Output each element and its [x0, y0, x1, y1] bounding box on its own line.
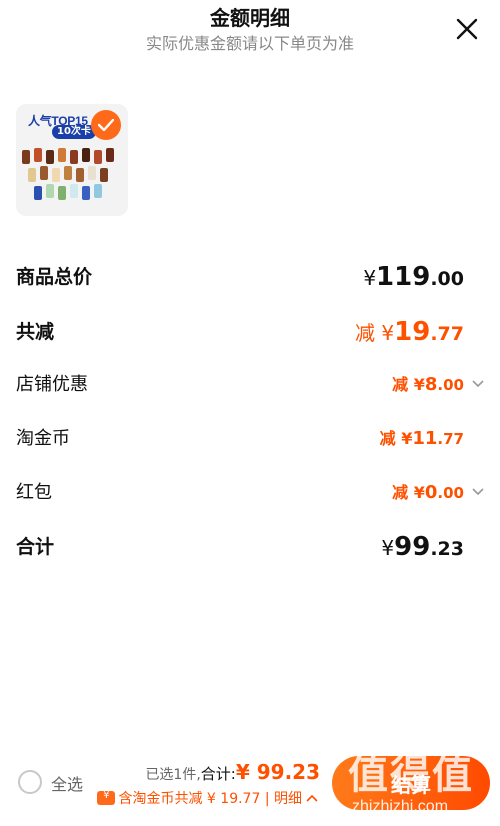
- currency-symbol: ¥: [401, 429, 413, 448]
- order-summary: 已选1件,合计:¥ 99.23: [145, 760, 320, 784]
- value-integer: 99: [394, 532, 431, 562]
- row-label: 店铺优惠: [16, 374, 88, 395]
- sheet-subtitle: 实际优惠金额请以下单页为准: [145, 34, 354, 53]
- row-grand-total: 合计 ¥99.23: [16, 527, 484, 567]
- row-label: 共减: [16, 321, 55, 343]
- close-icon[interactable]: [454, 16, 480, 42]
- row-value: 减 ¥8.00: [392, 365, 464, 405]
- row-value: 减 ¥0.00: [392, 473, 464, 513]
- selected-count: 已选1件,: [145, 767, 201, 783]
- currency-symbol: ¥: [363, 266, 377, 290]
- value-decimal: .77: [430, 323, 464, 345]
- total-value: ¥ 99.23: [235, 760, 320, 784]
- row-label: 合计: [16, 536, 55, 558]
- select-all-radio[interactable]: [18, 770, 42, 794]
- row-shop-discount[interactable]: 店铺优惠 减 ¥8.00: [16, 365, 484, 405]
- row-label: 红包: [16, 482, 52, 503]
- discount-prefix: 减: [379, 429, 402, 448]
- drink-cups-image: [22, 148, 114, 200]
- chevron-down-icon[interactable]: [472, 488, 484, 496]
- row-tao-coins: 淘金币 减 ¥11.77: [16, 419, 484, 459]
- row-red-packet[interactable]: 红包 减 ¥0.00: [16, 473, 484, 513]
- discount-prefix: 减: [392, 375, 414, 394]
- coins-detail-link[interactable]: 含淘金币共减 ¥ 19.77 | 明细: [97, 788, 318, 808]
- sheet-title: 金额明细: [210, 6, 290, 30]
- chevron-down-icon[interactable]: [472, 380, 484, 388]
- row-label: 商品总价: [16, 266, 93, 288]
- discount-prefix: 减: [355, 321, 382, 345]
- row-label: 淘金币: [16, 428, 70, 449]
- value-decimal: .77: [437, 430, 464, 448]
- value-decimal: .00: [437, 484, 464, 502]
- value-integer: 19: [394, 317, 431, 347]
- selected-check-icon: [91, 110, 121, 140]
- value-integer: 119: [376, 262, 431, 292]
- watermark-url: zhizhizhi.com: [352, 798, 449, 815]
- row-value: 减 ¥11.77: [380, 419, 464, 459]
- value-integer: 0: [424, 482, 438, 503]
- row-goods-total: 商品总价 ¥119.00: [16, 257, 484, 297]
- value-decimal: .00: [437, 376, 464, 394]
- total-label: 合计:: [200, 765, 236, 783]
- currency-symbol: ¥: [381, 321, 395, 345]
- thumb-pill: 10次卡: [52, 125, 96, 139]
- chevron-up-icon: [306, 794, 318, 802]
- discount-prefix: 减: [392, 483, 414, 502]
- currency-symbol: ¥: [413, 375, 425, 394]
- currency-symbol: ¥: [413, 483, 425, 502]
- row-total-discount: 共减 减 ¥19.77: [16, 312, 484, 352]
- row-value: ¥99.23: [381, 527, 464, 570]
- sheet-header: 金额明细 实际优惠金额请以下单页为准: [0, 0, 500, 60]
- value-decimal: .23: [430, 538, 464, 560]
- currency-symbol: ¥: [381, 536, 395, 560]
- row-value: ¥119.00: [363, 257, 464, 300]
- coin-icon: [97, 790, 116, 805]
- row-value: 减 ¥19.77: [355, 312, 464, 355]
- watermark-logo: 值得值: [348, 752, 474, 798]
- value-integer: 11: [412, 428, 438, 449]
- value-integer: 8: [424, 374, 438, 395]
- coins-note: 含淘金币共减 ¥ 19.77 | 明细: [118, 791, 302, 807]
- value-decimal: .00: [430, 268, 464, 290]
- select-all-label[interactable]: 全选: [51, 771, 83, 795]
